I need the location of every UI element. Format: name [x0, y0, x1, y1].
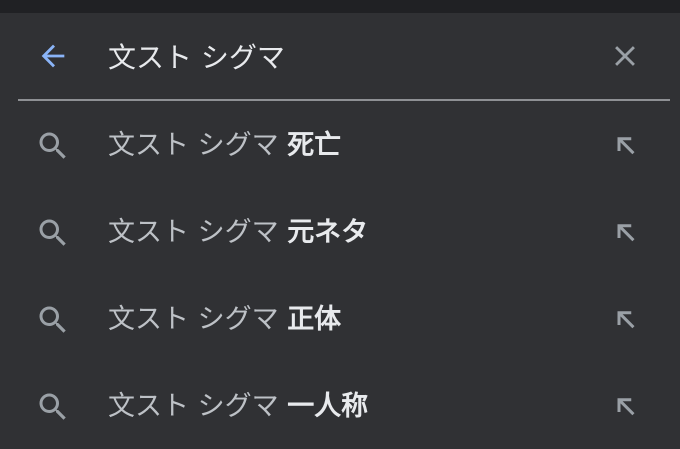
arrow-up-left-icon [617, 398, 635, 416]
suggestion-item[interactable]: 文スト シグマ 元ネタ [0, 188, 680, 275]
search-input[interactable] [108, 37, 578, 75]
fill-query-button[interactable] [606, 214, 644, 252]
suggestion-item[interactable]: 文スト シグマ 一人称 [0, 362, 680, 449]
top-status-strip [0, 0, 680, 13]
search-bar [0, 13, 680, 99]
suggestion-suffix: 正体 [287, 304, 342, 335]
arrow-up-left-icon [617, 311, 635, 329]
search-icon [34, 388, 72, 426]
search-icon [34, 214, 72, 252]
suggestion-text: 文スト シグマ 正体 [108, 301, 341, 339]
arrow-up-left-icon [617, 224, 635, 242]
clear-button[interactable] [606, 37, 644, 75]
suggestion-suffix: 元ネタ [287, 217, 369, 248]
fill-query-button[interactable] [606, 388, 644, 426]
fill-query-button[interactable] [606, 301, 644, 339]
arrow-up-left-icon [617, 137, 635, 155]
suggestion-prefix: 文スト シグマ [108, 391, 279, 422]
suggestion-text: 文スト シグマ 一人称 [108, 388, 368, 426]
close-icon [615, 46, 635, 66]
search-icon [34, 127, 72, 165]
back-button[interactable] [34, 37, 72, 75]
search-icon [34, 301, 72, 339]
suggestion-item[interactable]: 文スト シグマ 正体 [0, 275, 680, 362]
suggestion-item[interactable]: 文スト シグマ 死亡 [0, 101, 680, 188]
suggestion-prefix: 文スト シグマ [108, 217, 279, 248]
suggestion-prefix: 文スト シグマ [108, 304, 279, 335]
suggestion-list: 文スト シグマ 死亡 文スト シグマ 元ネタ 文スト シグマ 正体 文スト シグ… [0, 101, 680, 449]
suggestion-suffix: 死亡 [287, 130, 342, 161]
suggestion-prefix: 文スト シグマ [108, 130, 279, 161]
arrow-back-icon [41, 44, 65, 68]
fill-query-button[interactable] [606, 127, 644, 165]
suggestion-suffix: 一人称 [287, 391, 369, 422]
suggestion-text: 文スト シグマ 死亡 [108, 127, 341, 165]
suggestion-text: 文スト シグマ 元ネタ [108, 214, 368, 252]
